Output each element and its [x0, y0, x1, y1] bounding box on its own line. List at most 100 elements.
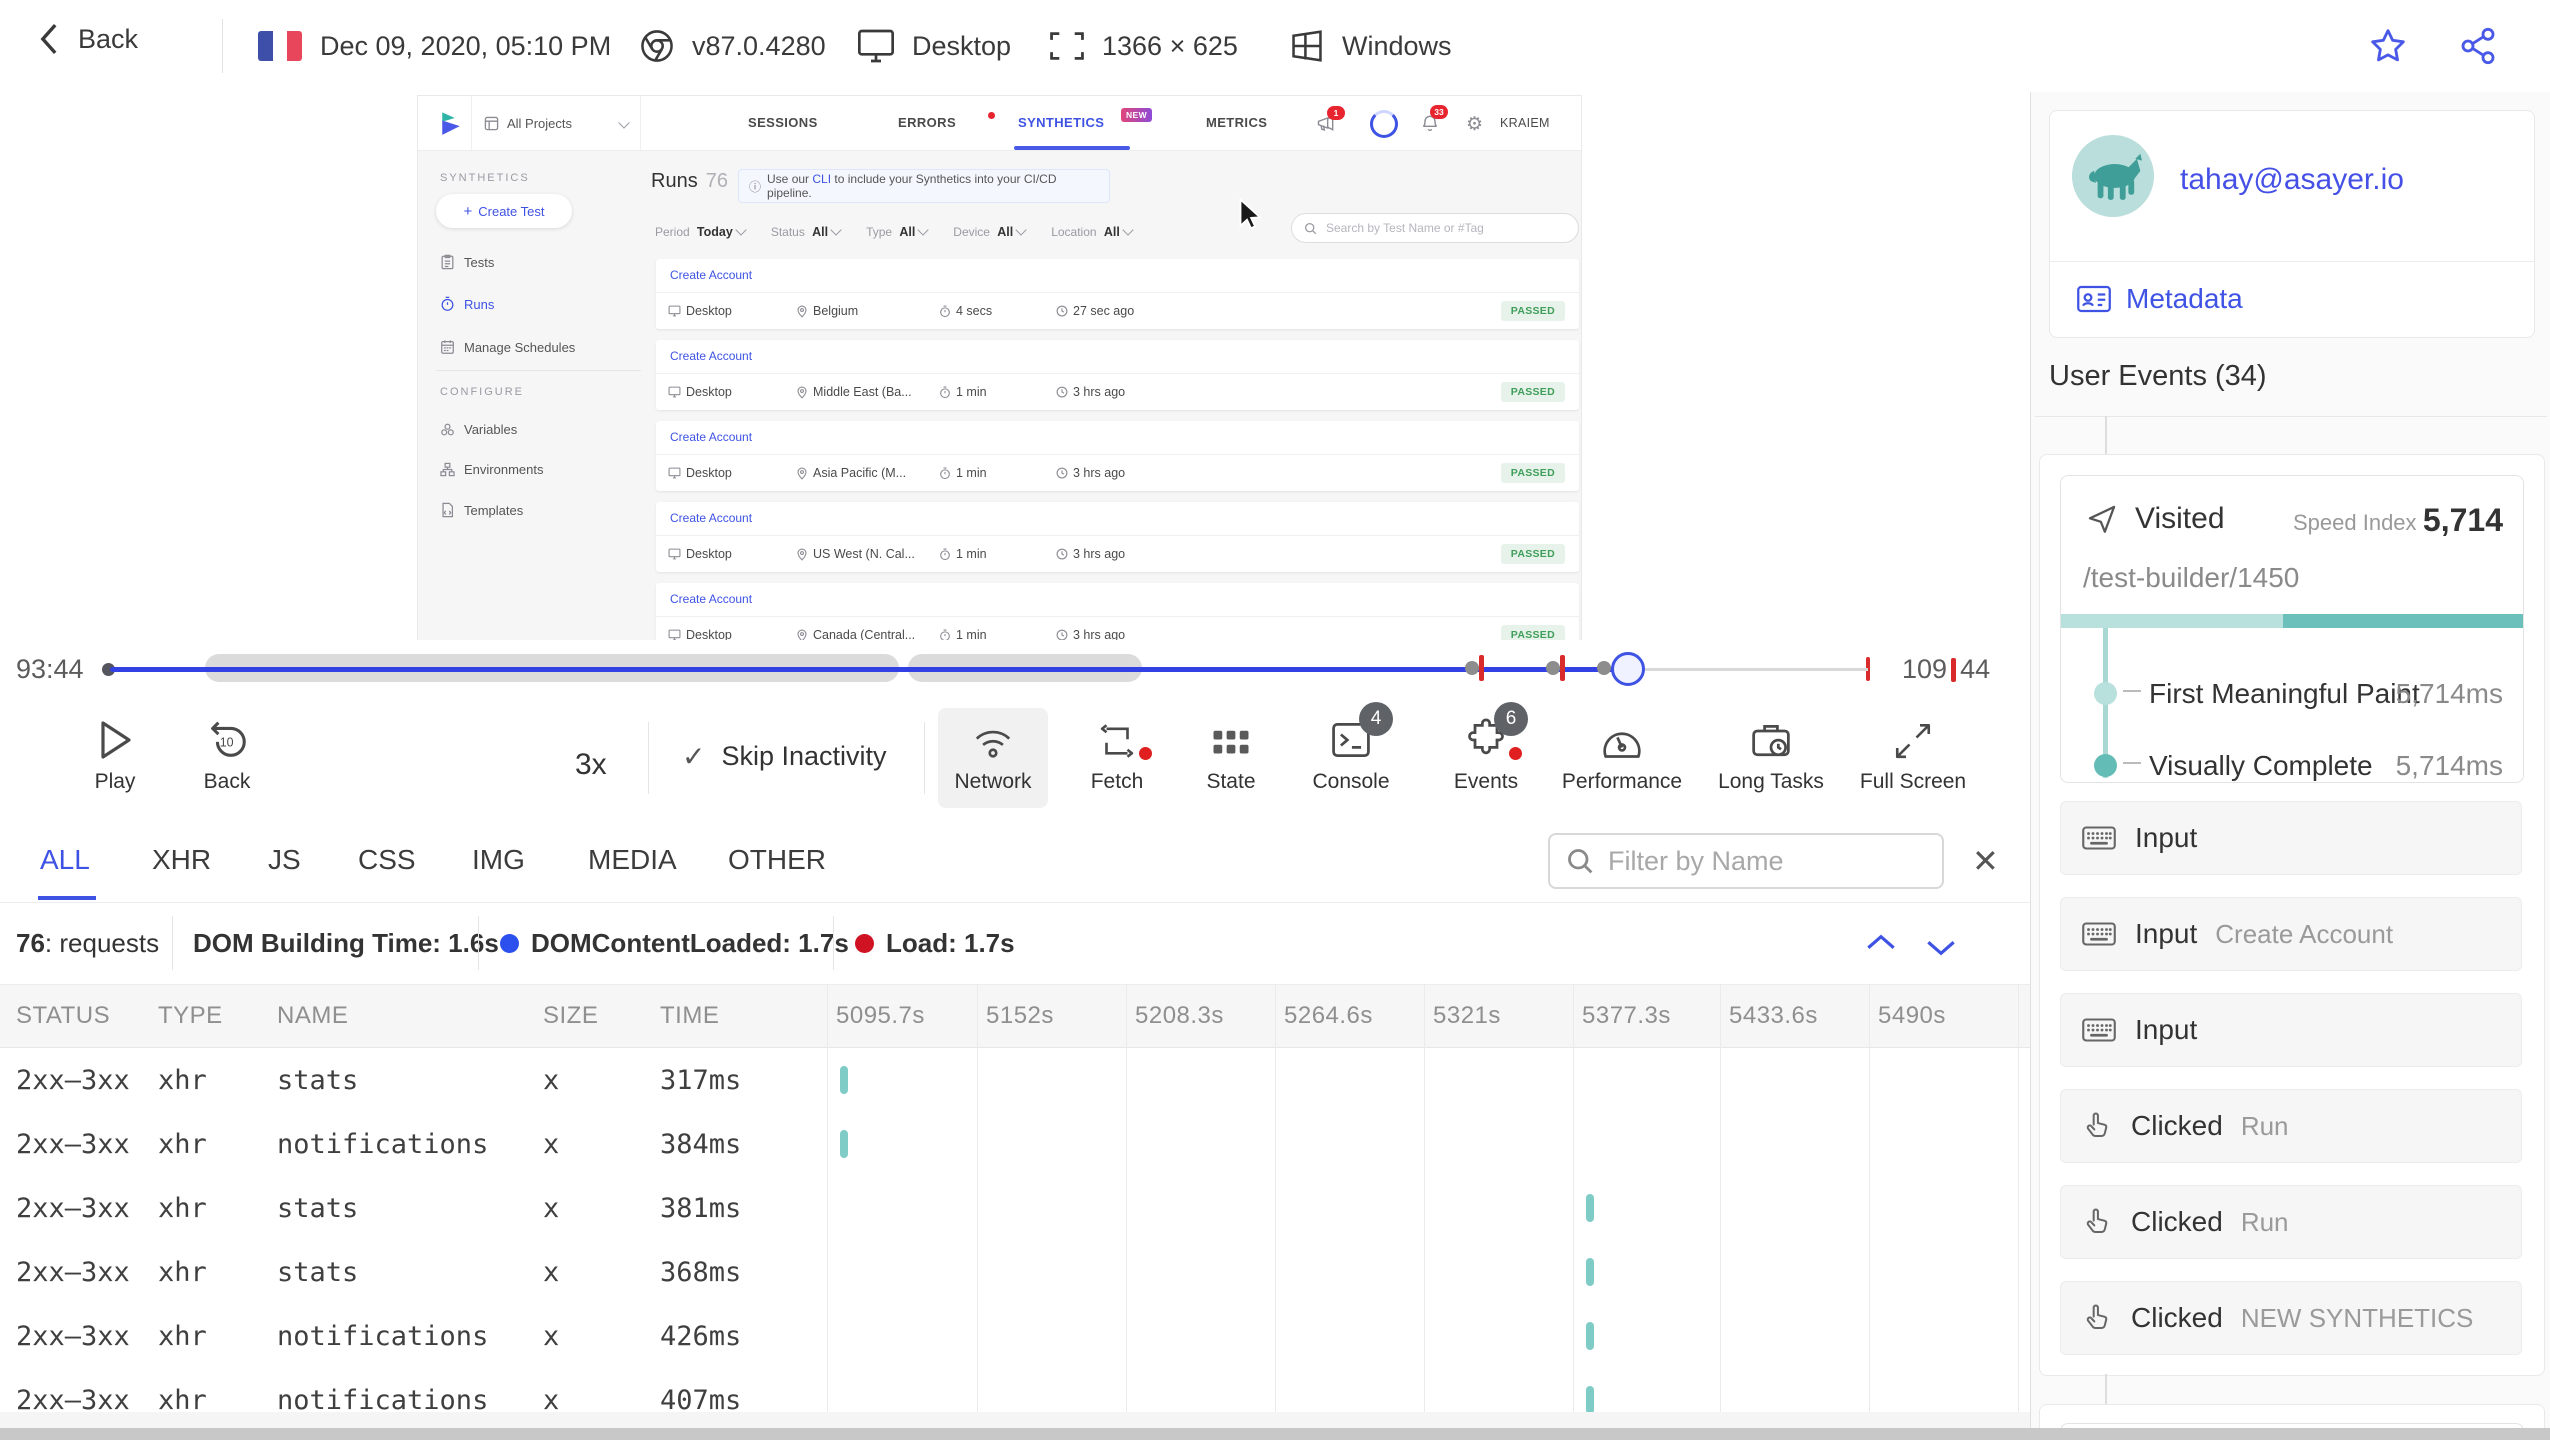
tab-media[interactable]: MEDIA [588, 844, 677, 876]
tab-all[interactable]: ALL [40, 844, 90, 876]
filter-status[interactable]: Status All [771, 223, 842, 239]
req-name: stats [277, 1064, 359, 1096]
performance-toggle-button[interactable]: Performance [1552, 716, 1692, 794]
run-name[interactable]: Create Account [670, 592, 752, 606]
playhead-handle[interactable] [1611, 652, 1646, 686]
project-selector[interactable]: All Projects [471, 96, 641, 150]
console-toggle-button[interactable]: 4 Console [1296, 702, 1406, 794]
create-test-button[interactable]: + Create Test [436, 194, 572, 228]
run-device: Desktop [686, 304, 732, 318]
horizontal-scrollbar[interactable] [0, 1428, 2550, 1440]
filter-type[interactable]: Type All [866, 223, 929, 239]
runs-count: 76 [705, 170, 728, 192]
col-type[interactable]: TYPE [158, 985, 223, 1047]
req-size: x [543, 1128, 560, 1160]
timeline-track[interactable] [102, 652, 1870, 686]
events-group-card: Visited Speed Index 5,714 /test-builder/… [2039, 454, 2545, 1376]
share-icon[interactable] [2458, 26, 2498, 66]
chevron-up-icon[interactable] [1862, 926, 1900, 960]
test-search-input[interactable] [1324, 220, 1566, 236]
req-time: 384ms [660, 1128, 742, 1160]
tab-js[interactable]: JS [268, 844, 301, 876]
run-card[interactable]: Create Account Desktop Middle East (Ba..… [656, 340, 1579, 410]
network-request-row[interactable]: 2xx–3xx xhr stats x 317ms [0, 1048, 2030, 1112]
sidebar-item-templates[interactable]: Templates [440, 502, 523, 518]
play-button[interactable]: Play [70, 716, 160, 794]
chevron-down-icon[interactable] [1922, 930, 1960, 964]
user-email[interactable]: tahay@asayer.io [2180, 163, 2404, 197]
col-status[interactable]: STATUS [16, 985, 110, 1047]
event-clicked[interactable]: Clicked Run [2060, 1089, 2522, 1163]
close-icon[interactable]: ✕ [1972, 842, 1999, 880]
col-time[interactable]: TIME [660, 985, 719, 1047]
user-name[interactable]: KRAIEM [1500, 116, 1550, 130]
loading-spinner-icon [1370, 110, 1398, 138]
sidebar-item-tests[interactable]: Tests [440, 254, 494, 270]
speed-button[interactable]: 3x [575, 748, 607, 782]
network-request-row[interactable]: 2xx–3xx xhr notifications x 384ms [0, 1112, 2030, 1176]
event-input[interactable]: Input [2060, 993, 2522, 1067]
test-search-box[interactable] [1291, 213, 1579, 243]
skip-inactivity-toggle[interactable]: ✓ Skip Inactivity [682, 740, 887, 773]
gear-icon[interactable]: ⚙ [1466, 113, 1483, 136]
full-screen-button[interactable]: Full Screen [1848, 716, 1978, 794]
col-name[interactable]: NAME [277, 985, 348, 1047]
sidebar-item-manage-schedules[interactable]: Manage Schedules [440, 339, 575, 355]
visited-event-card[interactable]: Visited Speed Index 5,714 /test-builder/… [2060, 475, 2524, 783]
network-request-row[interactable]: 2xx–3xx xhr stats x 381ms [0, 1176, 2030, 1240]
run-card[interactable]: Create Account Desktop US West (N. Cal..… [656, 502, 1579, 572]
run-name[interactable]: Create Account [670, 268, 752, 282]
divider [2035, 416, 2547, 417]
run-card[interactable]: Create Account Desktop Belgium 4 secs 27… [656, 259, 1579, 329]
tab-synthetics[interactable]: SYNTHETICS [1018, 115, 1104, 130]
event-input[interactable]: Input Create Account [2060, 897, 2522, 971]
tab-metrics[interactable]: METRICS [1206, 115, 1267, 130]
browser-version: v87.0.4280 [692, 30, 826, 61]
run-card[interactable]: Create Account Desktop Asia Pacific (M..… [656, 421, 1579, 491]
cli-link[interactable]: CLI [812, 172, 831, 186]
filter-by-name-input[interactable] [1606, 844, 1926, 878]
run-name[interactable]: Create Account [670, 430, 752, 444]
tab-img[interactable]: IMG [472, 844, 525, 876]
state-toggle-button[interactable]: State [1186, 716, 1276, 794]
back-10-button[interactable]: 10 Back [182, 716, 272, 794]
more-vert-icon[interactable]: ⋮ [1574, 112, 1581, 132]
tab-other[interactable]: OTHER [728, 844, 826, 876]
dom-building-stat: DOM Building Time: 1.6s [193, 927, 499, 958]
network-toggle-button[interactable]: Network [938, 708, 1048, 808]
sidebar-item-environments[interactable]: Environments [440, 462, 543, 477]
briefcase-clock-icon [1749, 716, 1793, 762]
keyboard-icon [2081, 1015, 2117, 1045]
event-clicked[interactable]: Clicked NEW SYNTHETICS [2060, 1281, 2522, 1355]
sidebar-item-variables[interactable]: Variables [440, 422, 517, 437]
os-group: Windows [1288, 18, 1452, 74]
event-clicked[interactable]: Clicked Run [2060, 1185, 2522, 1259]
back-button[interactable]: Back [36, 22, 138, 56]
col-size[interactable]: SIZE [543, 985, 598, 1047]
long-tasks-toggle-button[interactable]: Long Tasks [1706, 716, 1836, 794]
metadata-button[interactable]: Metadata [2076, 261, 2243, 337]
run-name[interactable]: Create Account [670, 349, 752, 363]
run-card[interactable]: Create Account Desktop Canada (Central..… [656, 583, 1579, 640]
network-request-row[interactable]: 2xx–3xx xhr stats x 368ms [0, 1240, 2030, 1304]
tab-css[interactable]: CSS [358, 844, 416, 876]
announcements-icon[interactable]: 1 [1316, 106, 1345, 133]
run-ago: 3 hrs ago [1073, 385, 1126, 399]
event-input[interactable]: Input [2060, 801, 2522, 875]
filter-device[interactable]: Device All [953, 223, 1027, 239]
run-name[interactable]: Create Account [670, 511, 752, 525]
events-toggle-button[interactable]: 6 Events [1436, 702, 1536, 794]
network-request-row[interactable]: 2xx–3xx xhr notifications x 426ms [0, 1304, 2030, 1368]
star-icon[interactable] [2368, 26, 2408, 66]
filter-period[interactable]: Period Today [655, 223, 747, 239]
filter-location[interactable]: Location All [1051, 223, 1134, 239]
bell-icon[interactable]: 33 [1420, 105, 1448, 134]
sidebar-item-runs[interactable]: Runs [440, 296, 494, 312]
run-duration: 1 min [956, 466, 987, 480]
filter-by-name-box[interactable] [1548, 833, 1944, 889]
tab-xhr[interactable]: XHR [152, 844, 211, 876]
tab-errors[interactable]: ERRORS [898, 115, 956, 130]
projects-grid-icon [484, 116, 499, 131]
tab-sessions[interactable]: SESSIONS [748, 115, 818, 130]
fetch-toggle-button[interactable]: Fetch [1072, 716, 1162, 794]
